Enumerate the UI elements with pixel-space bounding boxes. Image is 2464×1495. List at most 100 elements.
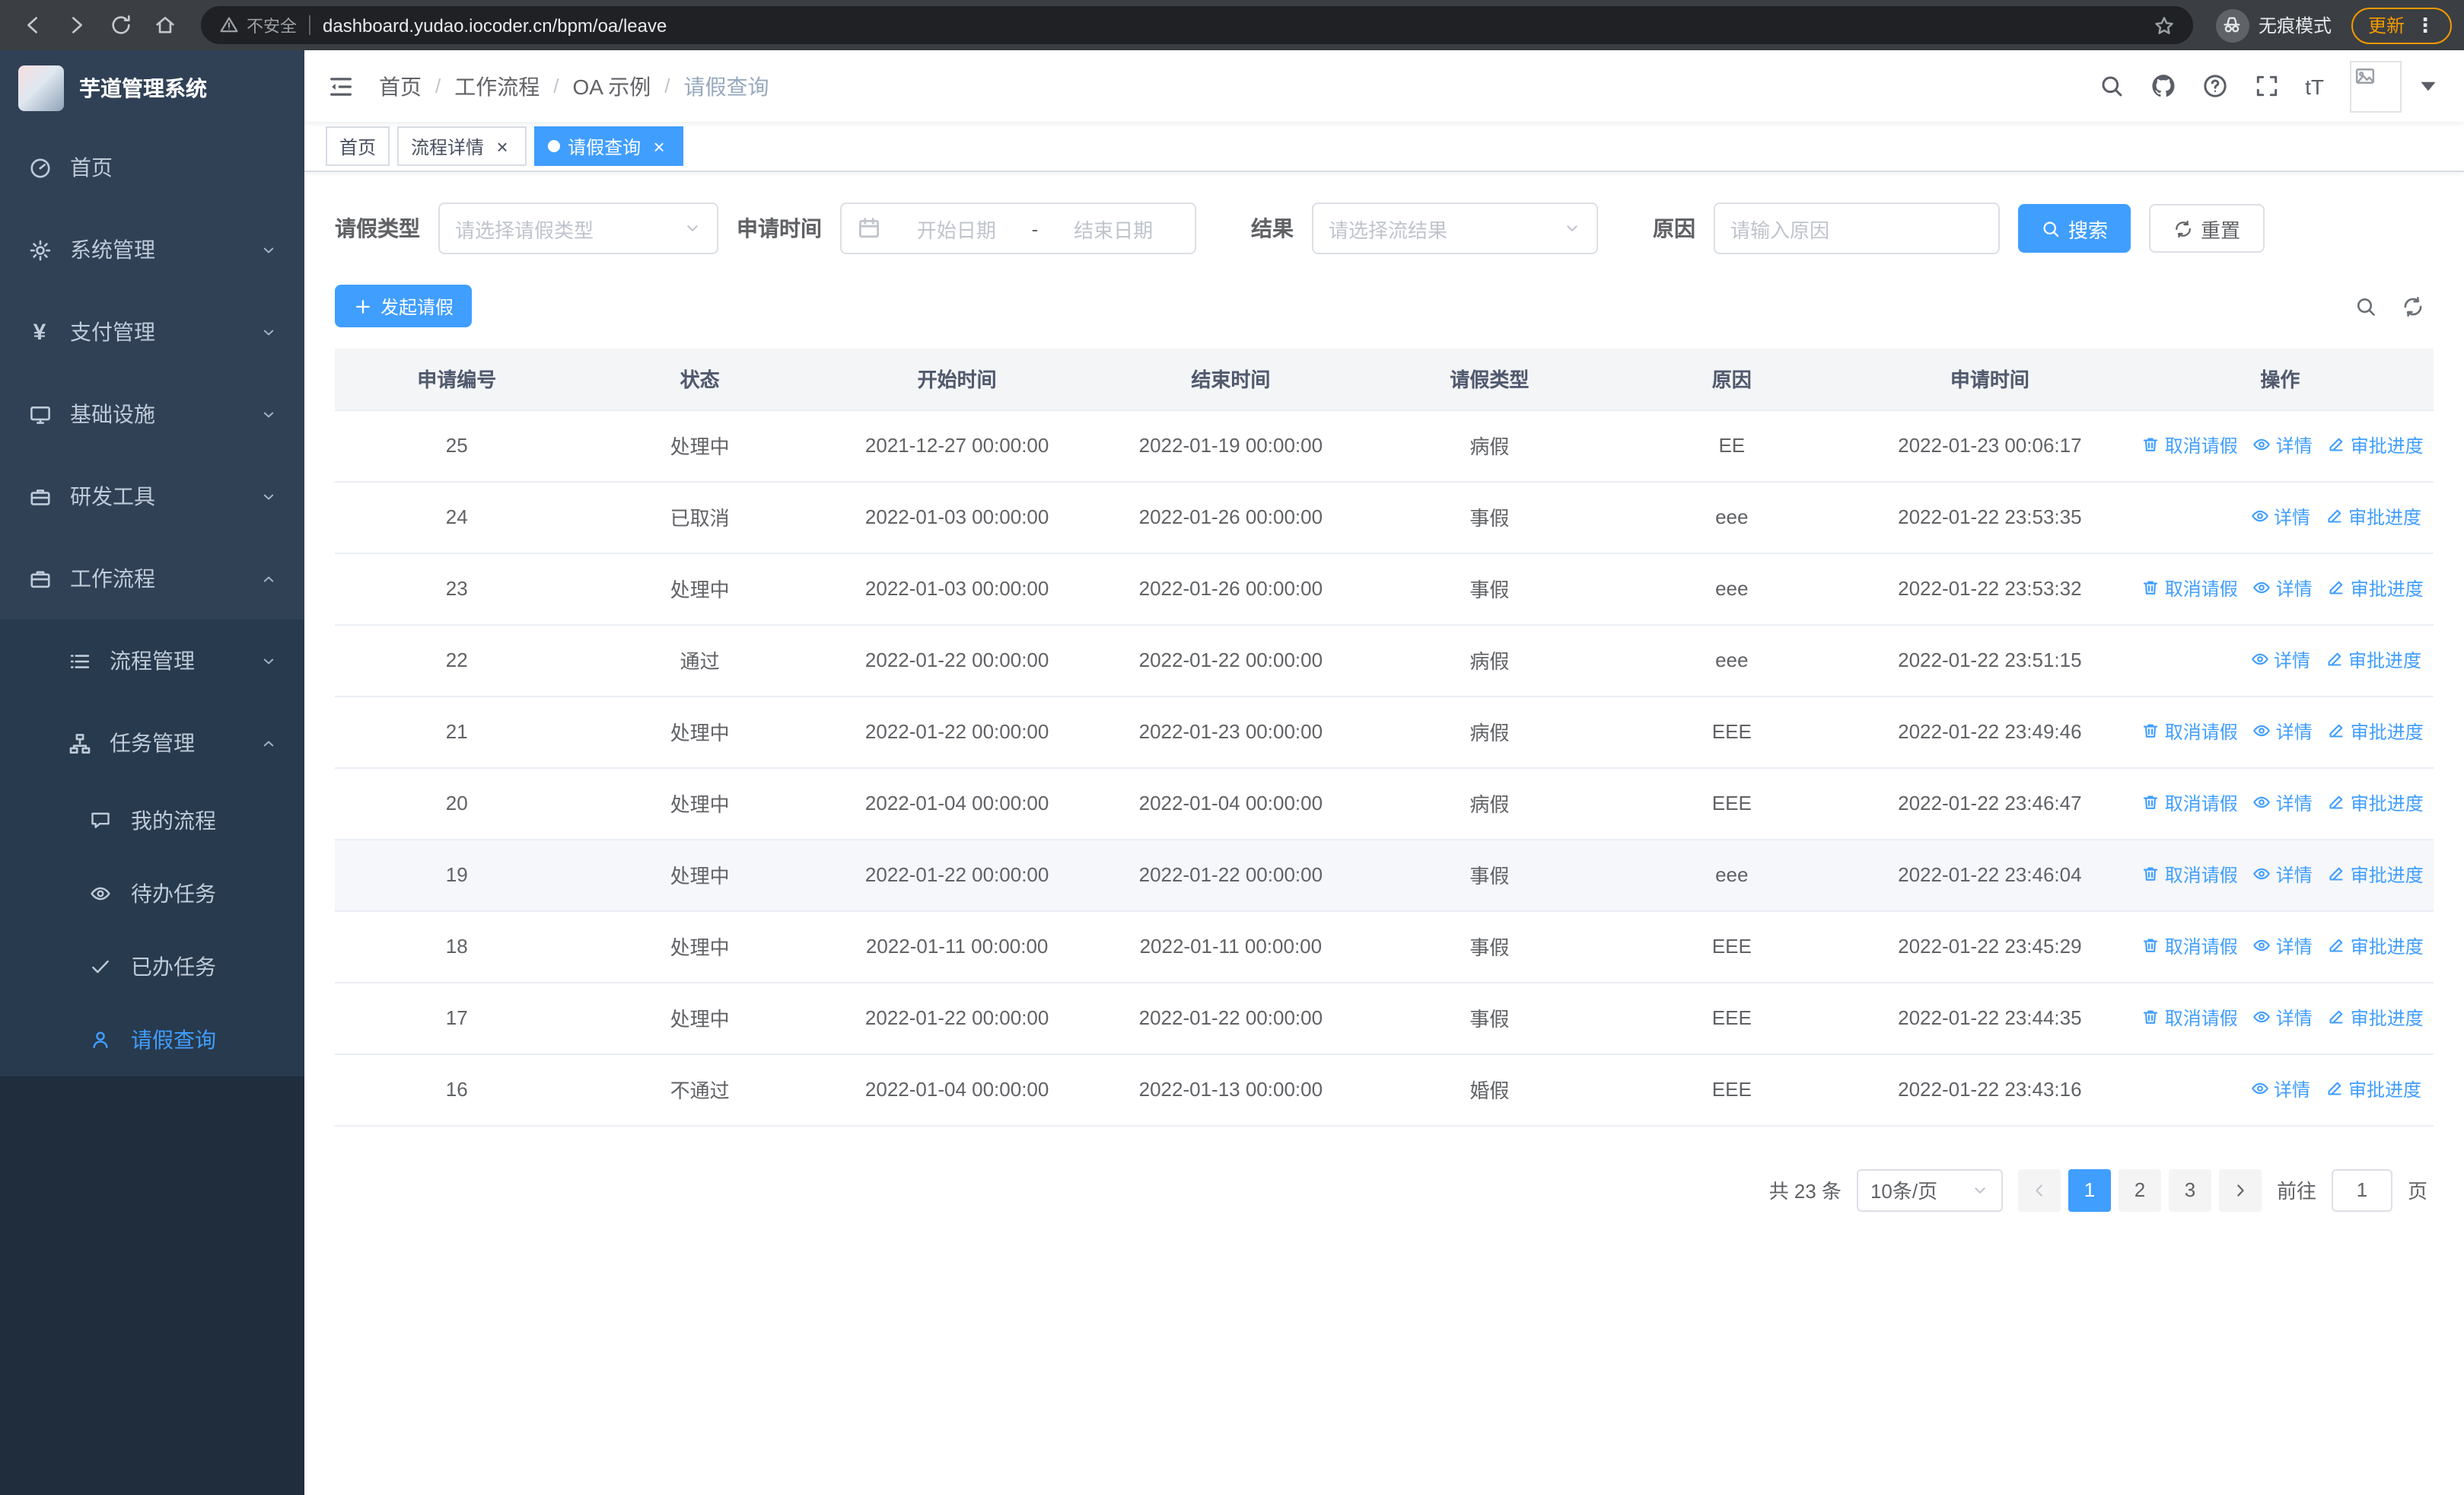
breadcrumb-item-home[interactable]: 首页 [379,71,422,101]
sidebar-item-done-tasks[interactable]: 已办任务 [0,930,304,1003]
cell-type: 事假 [1368,982,1611,1054]
cell-type: 事假 [1368,910,1611,983]
sidebar-item-home[interactable]: 首页 [0,126,304,209]
cell-start: 2022-01-04 00:00:00 [820,767,1094,840]
result-select[interactable]: 请选择流结果 [1312,202,1598,254]
browser-update-button[interactable]: 更新 ⋮ [2351,7,2452,43]
edit-icon [2328,436,2346,454]
cancel-action-link[interactable]: 取消请假 [2142,1005,2238,1031]
logo: 芋道管理系统 [0,50,304,126]
cancel-action-link[interactable]: 取消请假 [2142,719,2238,744]
tab-leave-query[interactable]: 请假查询 × [534,126,684,166]
cell-id: 18 [335,910,579,983]
input-placeholder: 请输入原因 [1730,218,1830,241]
sidebar-item-leave-query[interactable]: 请假查询 [0,1003,304,1076]
page-button-3[interactable]: 3 [2168,1168,2211,1211]
progress-action-link[interactable]: 审批进度 [2328,862,2424,888]
create-leave-button[interactable]: 发起请假 [335,285,473,327]
cell-status: 处理中 [578,767,821,840]
apply-time-range-picker[interactable]: 开始日期 - 结束日期 [840,202,1196,254]
cancel-action-link[interactable]: 取消请假 [2142,933,2238,959]
detail-action-link[interactable]: 详情 [2253,719,2313,744]
next-page-button[interactable] [2218,1168,2262,1211]
prev-page-button[interactable] [2017,1168,2061,1211]
progress-action-link[interactable]: 审批进度 [2328,933,2424,959]
table-header-row: 申请编号 状态 开始时间 结束时间 请假类型 原因 申请时间 操作 [335,349,2434,410]
font-size-icon[interactable]: tT [2305,74,2324,98]
cell-id: 17 [335,982,579,1054]
top-navbar: 首页 / 工作流程 / OA 示例 / 请假查询 tT [304,50,2464,122]
column-header: 申请编号 [335,349,579,410]
sidebar-item-system[interactable]: 系统管理 [0,209,304,291]
progress-action-link[interactable]: 审批进度 [2326,1076,2421,1102]
toggle-search-icon[interactable] [2354,295,2377,317]
cancel-action-link[interactable]: 取消请假 [2142,575,2238,601]
leave-type-select[interactable]: 请选择请假类型 [438,202,718,254]
progress-action-link[interactable]: 审批进度 [2326,647,2421,673]
cancel-action-link[interactable]: 取消请假 [2142,432,2238,458]
caret-down-icon[interactable] [2415,73,2441,99]
close-icon[interactable]: × [648,135,670,157]
browser-forward-icon[interactable] [56,5,96,45]
user-avatar[interactable] [2350,60,2402,112]
detail-action-link[interactable]: 详情 [2253,862,2313,888]
tab-home[interactable]: 首页 [326,126,390,166]
detail-action-link[interactable]: 详情 [2253,790,2313,816]
browser-menu-icon[interactable]: ⋮ [2415,13,2435,37]
refresh-table-icon[interactable] [2402,295,2424,317]
monitor-icon [27,403,52,426]
reason-label: 原因 [1653,216,1695,241]
page-button-2[interactable]: 2 [2118,1168,2161,1211]
address-bar[interactable]: 不安全 dashboard.yudao.iocoder.cn/bpm/oa/le… [201,6,2193,44]
close-icon[interactable]: × [492,135,513,157]
goto-page-input[interactable] [2331,1168,2392,1211]
search-icon[interactable] [2098,73,2124,99]
sidebar-item-task-mgmt[interactable]: 任务管理 [0,702,304,784]
browser-reload-icon[interactable] [100,5,140,45]
sidebar-item-infra[interactable]: 基础设施 [0,373,304,455]
detail-action-link[interactable]: 详情 [2251,1076,2310,1102]
detail-action-link[interactable]: 详情 [2253,933,2313,959]
browser-back-icon[interactable] [12,5,52,45]
detail-action-link[interactable]: 详情 [2251,504,2310,530]
cell-status: 处理中 [578,696,821,768]
github-icon[interactable] [2150,73,2176,99]
cancel-action-link[interactable]: 取消请假 [2142,862,2238,888]
sidebar-item-devtools[interactable]: 研发工具 [0,455,304,537]
security-chip[interactable]: 不安全 [219,13,297,37]
progress-action-link[interactable]: 审批进度 [2328,1005,2424,1031]
sidebar-item-my-process[interactable]: 我的流程 [0,784,304,857]
browser-home-icon[interactable] [145,5,184,45]
progress-action-link[interactable]: 审批进度 [2328,432,2424,458]
sidebar-collapse-icon[interactable] [327,72,355,100]
search-button[interactable]: 搜索 [2018,204,2131,253]
page-button-1[interactable]: 1 [2068,1168,2111,1211]
breadcrumb-item-oa-example[interactable]: OA 示例 [573,71,651,101]
detail-action-link[interactable]: 详情 [2251,647,2310,673]
page-size-select[interactable]: 10条/页 [1856,1168,2003,1211]
sidebar-item-workflow[interactable]: 工作流程 [0,537,304,620]
bookmark-star-icon[interactable] [2154,14,2175,36]
fullscreen-icon[interactable] [2253,73,2279,99]
progress-action-link[interactable]: 审批进度 [2328,719,2424,744]
cell-reason: EEE [1610,910,1853,983]
detail-action-link[interactable]: 详情 [2253,1005,2313,1031]
cancel-action-link[interactable]: 取消请假 [2142,790,2238,816]
tab-process-detail[interactable]: 流程详情 × [397,126,527,166]
progress-action-link[interactable]: 审批进度 [2328,790,2424,816]
detail-action-link[interactable]: 详情 [2253,575,2313,601]
chevron-down-icon [260,324,277,340]
sidebar-item-payment[interactable]: ¥ 支付管理 [0,291,304,373]
table-body: 25 处理中 2021-12-27 00:00:00 2022-01-19 00:00… [335,410,2434,1126]
progress-action-link[interactable]: 审批进度 [2328,575,2424,601]
sidebar-item-process-mgmt[interactable]: 流程管理 [0,620,304,702]
trash-icon [2142,436,2160,454]
sidebar-item-todo-tasks[interactable]: 待办任务 [0,857,304,930]
detail-action-link[interactable]: 详情 [2253,432,2313,458]
sidebar-menu: 首页 系统管理 ¥ 支付管理 基础设施 研发工具 工作流程 流程管理 任务管理 … [0,126,304,1076]
breadcrumb-item-workflow[interactable]: 工作流程 [454,71,540,101]
progress-action-link[interactable]: 审批进度 [2326,504,2421,530]
help-icon[interactable] [2201,73,2227,99]
reason-input[interactable]: 请输入原因 [1714,202,2000,254]
reset-button[interactable]: 重置 [2149,204,2265,253]
